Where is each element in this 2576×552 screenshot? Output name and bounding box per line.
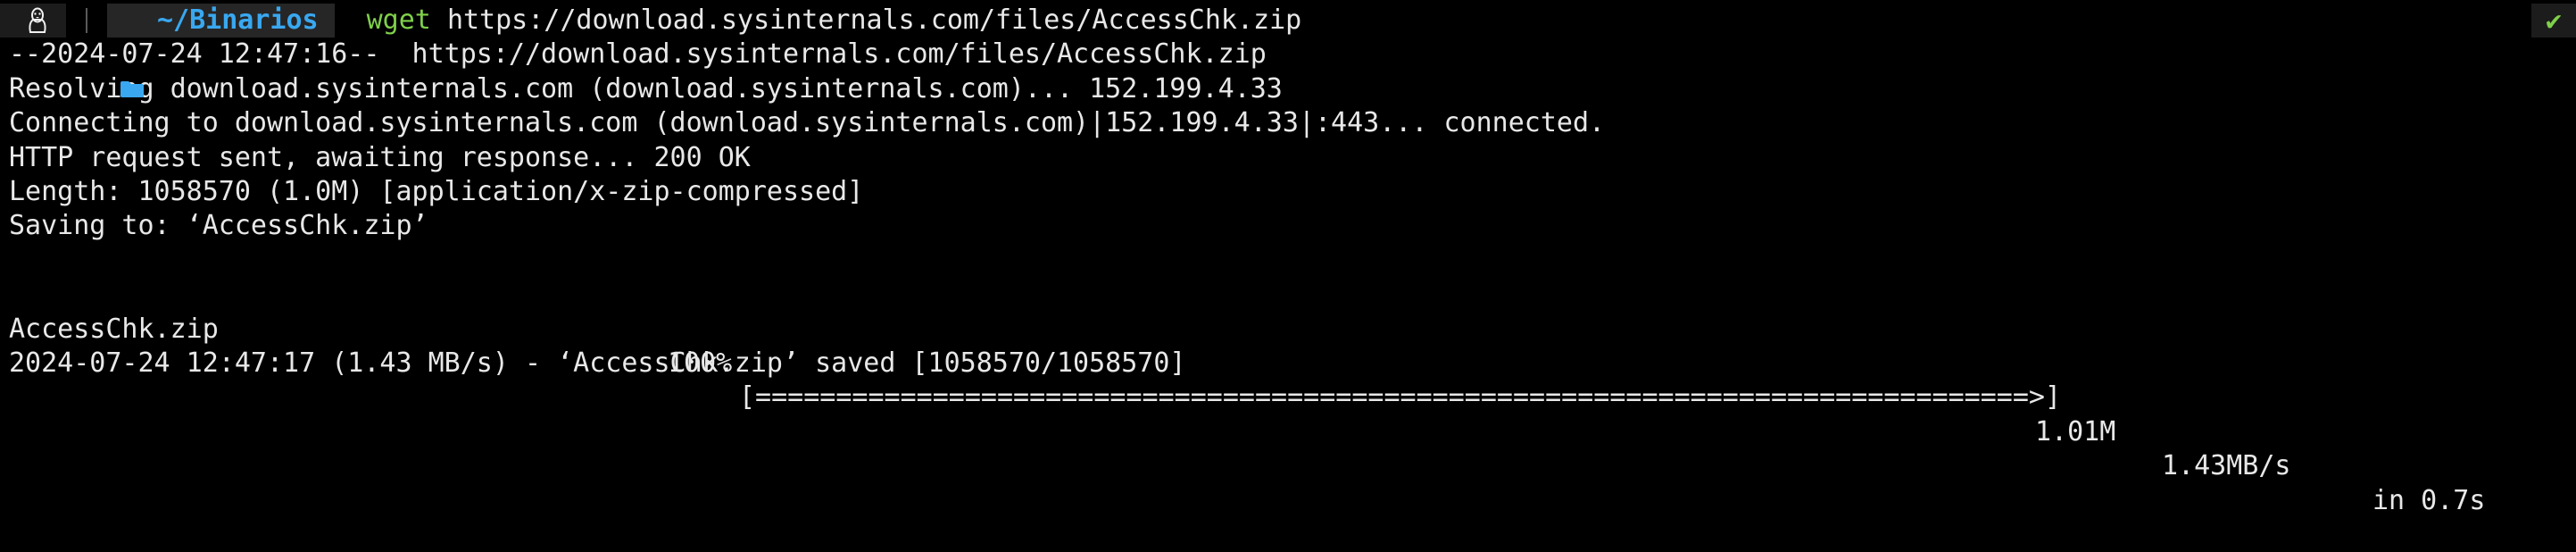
output-line-saving: Saving to: ‘AccessChk.zip’ [9, 210, 428, 242]
command-name: wget [366, 4, 431, 36]
terminal-window[interactable]: ~/Binarios wget https://download.sysinte… [0, 0, 2576, 516]
prompt-directory-segment: ~/Binarios [107, 4, 335, 97]
current-directory: ~/Binarios [157, 4, 319, 36]
prompt-separator [86, 8, 87, 34]
linux-penguin-icon [0, 4, 66, 38]
progress-bar: [=======================================… [739, 381, 2062, 414]
output-line-length: Length: 1058570 (1.0M) [application/x-zi… [9, 175, 864, 207]
command-argument: https://download.sysinternals.com/files/… [446, 4, 1302, 36]
progress-downloaded: 1.01M [2035, 415, 2116, 447]
output-line-saved: 2024-07-24 12:47:17 (1.43 MB/s) - ‘Acces… [9, 347, 1186, 379]
output-line-timestamp: --2024-07-24 12:47:16-- https://download… [9, 38, 1267, 71]
progress-filename: AccessChk.zip [9, 313, 219, 345]
progress-percent: 100% [668, 347, 733, 379]
output-line-connecting: Connecting to download.sysinternals.com … [9, 107, 1606, 139]
output-blank-line [9, 244, 2576, 278]
shell-prompt: ~/Binarios wget https://download.sysinte… [0, 4, 2576, 97]
output-blank-line-2 [9, 313, 2576, 347]
output-line-http-status: HTTP request sent, awaiting response... … [9, 141, 751, 173]
progress-rate: 1.43MB/s [2162, 450, 2291, 482]
folder-icon [120, 12, 145, 97]
output-line-resolving: Resolving download.sysinternals.com (dow… [9, 72, 1283, 105]
download-progress-line: AccessChk.zip 100% [====================… [9, 278, 2576, 516]
check-icon: ✔ [2531, 4, 2576, 38]
progress-elapsed: in 0.7s [2372, 484, 2486, 516]
